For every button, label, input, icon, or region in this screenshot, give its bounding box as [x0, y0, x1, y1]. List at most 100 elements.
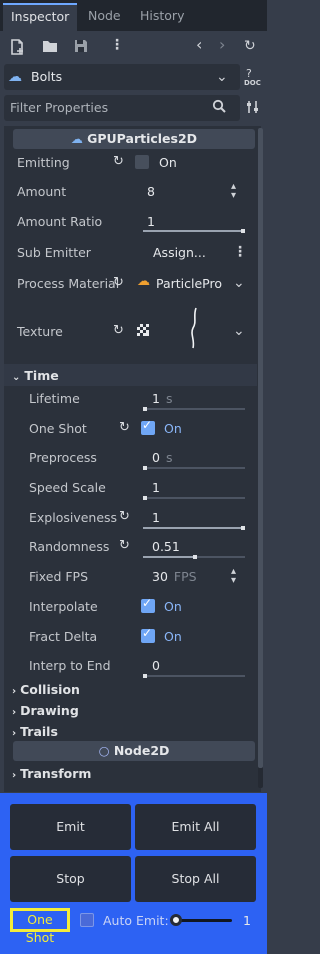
reset-icon[interactable]: ↻	[113, 323, 124, 338]
scrollbar-thumb[interactable]	[258, 128, 263, 768]
emit-all-button[interactable]: Emit All	[135, 804, 256, 850]
unit-text: s	[165, 450, 173, 465]
property-speed-scale: Speed Scale 1	[9, 473, 249, 501]
tab-node[interactable]: Node	[80, 3, 129, 31]
property-label: Process Material	[17, 276, 120, 291]
slider-grabber[interactable]	[143, 496, 147, 500]
explosiveness-slider[interactable]	[143, 526, 245, 530]
node2d-circle-icon: ○	[98, 743, 114, 758]
open-folder-icon[interactable]	[42, 39, 58, 57]
value-text: 30	[152, 569, 168, 584]
chevron-right-icon: ›	[12, 707, 17, 718]
group-trails[interactable]: › Trails	[12, 724, 58, 739]
auto-emit-label: Auto Emit:	[103, 913, 169, 928]
auto-emit-slider[interactable]	[170, 914, 232, 926]
doc-button[interactable]: ? DOC	[244, 66, 264, 90]
interpolate-checkbox[interactable]	[141, 596, 155, 613]
group-drawing[interactable]: › Drawing	[12, 703, 79, 718]
filter-options-icon[interactable]	[246, 100, 260, 118]
unit-text: FPS	[173, 569, 197, 584]
reset-icon[interactable]: ↻	[119, 509, 130, 524]
preprocess-slider[interactable]	[143, 466, 245, 470]
speed-scale-value[interactable]: 1	[152, 480, 160, 495]
section-title: GPUParticles2D	[87, 131, 198, 146]
preprocess-value[interactable]: 0s	[152, 450, 172, 465]
slider-grabber[interactable]	[170, 914, 182, 926]
reset-icon[interactable]: ↻	[119, 538, 130, 553]
reset-icon[interactable]: ↻	[113, 275, 124, 290]
amount-ratio-value[interactable]: 1	[147, 214, 155, 229]
forward-icon[interactable]: ›	[219, 37, 225, 53]
randomness-slider[interactable]	[143, 555, 245, 559]
group-transform[interactable]: › Transform	[12, 766, 91, 781]
group-collision[interactable]: › Collision	[12, 682, 80, 697]
property-value: On	[159, 155, 177, 170]
amount-spinbox[interactable]: 8	[147, 184, 155, 199]
group-time[interactable]: ⌄ Time	[4, 364, 257, 386]
history-icon[interactable]: ↻	[244, 38, 256, 54]
amount-ratio-slider[interactable]	[143, 229, 245, 233]
tab-inspector[interactable]: Inspector	[3, 3, 78, 31]
property-fract-delta: Fract Delta On	[9, 622, 249, 650]
chevron-down-icon[interactable]: ⌄	[233, 275, 245, 291]
filter-properties-input[interactable]: Filter Properties	[4, 95, 240, 121]
property-sub-emitter: Sub Emitter Assign... ⋮	[9, 238, 249, 266]
new-resource-icon[interactable]	[10, 39, 24, 59]
fract-delta-checkbox[interactable]	[141, 626, 155, 643]
chevron-down-icon[interactable]: ⌄	[233, 323, 245, 339]
slider-grabber[interactable]	[241, 229, 245, 233]
auto-emit-checkbox[interactable]	[80, 913, 94, 927]
chevron-right-icon: ›	[12, 728, 17, 739]
spin-arrows-icon[interactable]: ▴ ▾	[231, 182, 236, 201]
more-options-icon[interactable]: ⋮	[110, 37, 124, 53]
interp-to-end-slider[interactable]	[143, 674, 245, 678]
stop-button[interactable]: Stop	[10, 856, 131, 902]
chevron-down-icon: ⌄	[12, 372, 21, 383]
texture-preview[interactable]	[187, 306, 201, 353]
slider-fill	[143, 556, 196, 558]
property-amount: Amount 8 ▴ ▾	[9, 177, 249, 205]
slider-grabber[interactable]	[143, 674, 147, 678]
reset-icon[interactable]: ↻	[119, 420, 130, 435]
inspector-scrollbar[interactable]	[258, 128, 263, 788]
property-texture: Texture ↻ ⌄	[9, 302, 249, 358]
more-options-icon[interactable]: ⋮	[233, 244, 247, 260]
stop-all-button[interactable]: Stop All	[135, 856, 256, 902]
save-icon[interactable]	[74, 39, 88, 57]
property-explosiveness: Explosiveness ↻ 1	[9, 503, 249, 531]
randomness-value[interactable]: 0.51	[152, 539, 180, 554]
spin-arrows-icon[interactable]: ▴ ▾	[231, 567, 236, 586]
reset-icon[interactable]: ↻	[113, 154, 124, 169]
back-icon[interactable]: ‹	[196, 37, 202, 53]
emitting-checkbox[interactable]	[135, 155, 149, 169]
lifetime-slider[interactable]	[143, 407, 245, 411]
one-shot-checkbox[interactable]	[141, 418, 155, 435]
property-label: Fract Delta	[29, 629, 98, 644]
lifetime-value[interactable]: 1s	[152, 391, 172, 406]
value-text: 0	[152, 450, 160, 465]
property-label: Sub Emitter	[17, 245, 91, 260]
interp-to-end-value[interactable]: 0	[152, 658, 160, 673]
slider-grabber[interactable]	[193, 555, 197, 559]
assign-button[interactable]: Assign...	[153, 245, 206, 260]
property-one-shot: One Shot ↻ On	[9, 414, 249, 442]
process-material-resource[interactable]: ParticlePro	[156, 276, 222, 291]
explosiveness-value[interactable]: 1	[152, 510, 160, 525]
emit-button[interactable]: Emit	[10, 804, 131, 850]
slider-fill	[143, 230, 245, 232]
object-selector[interactable]: ☁ Bolts ⌄	[4, 64, 240, 90]
property-fixed-fps: Fixed FPS 30 FPS ▴ ▾	[9, 562, 249, 590]
property-label: Interp to End	[29, 658, 111, 673]
fixed-fps-value[interactable]: 30 FPS	[152, 569, 197, 584]
section-title: Node2D	[113, 743, 170, 758]
particles-cloud-icon: ☁	[70, 132, 88, 146]
tab-history[interactable]: History	[132, 3, 192, 31]
slider-grabber[interactable]	[143, 407, 147, 411]
property-interpolate: Interpolate On	[9, 592, 249, 620]
group-label: Collision	[20, 682, 80, 697]
speed-scale-slider[interactable]	[143, 496, 245, 500]
property-panel: ☁ GPUParticles2D Emitting ↻ On Amount 8 …	[4, 126, 261, 792]
one-shot-toggle[interactable]: One Shot	[10, 908, 70, 945]
slider-grabber[interactable]	[143, 466, 147, 470]
slider-grabber[interactable]	[241, 526, 245, 530]
